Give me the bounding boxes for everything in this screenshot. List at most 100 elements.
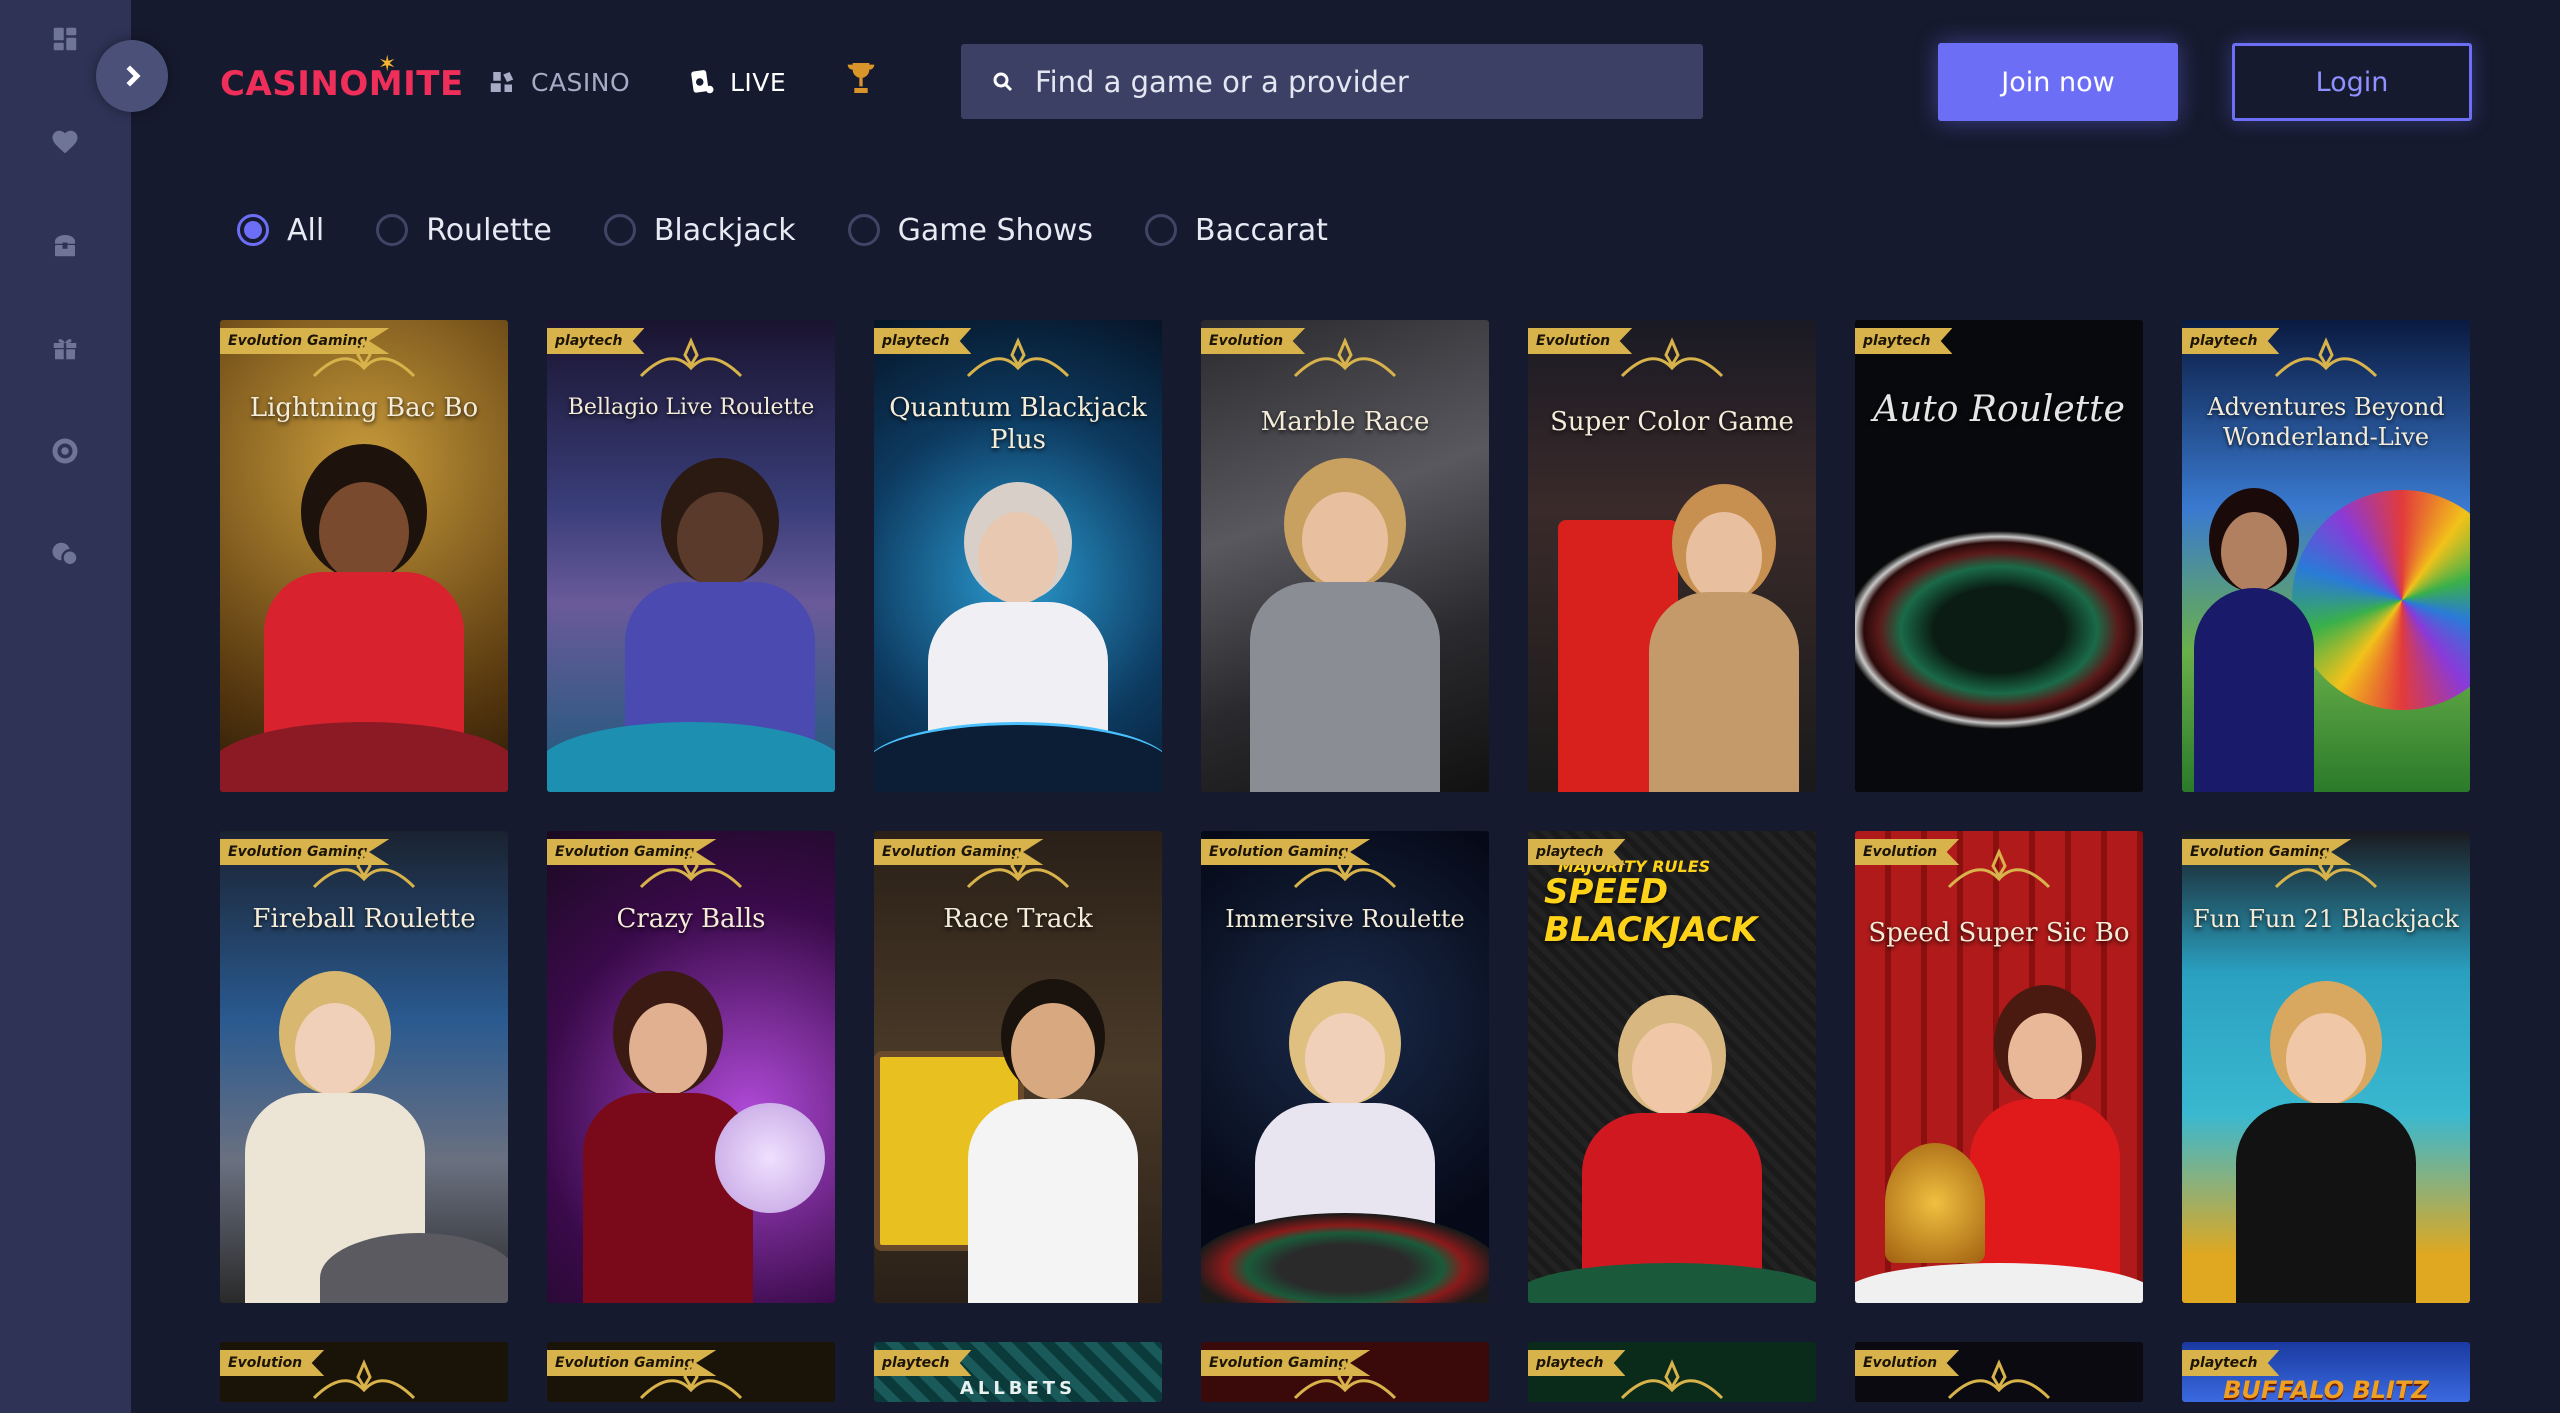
- nav-live[interactable]: LIVE: [686, 62, 786, 102]
- game-tile-row3-6[interactable]: Evolution: [1855, 1342, 2143, 1402]
- provider-badge: playtech: [1528, 839, 1626, 865]
- game-title: Immersive Roulette: [1225, 905, 1465, 933]
- search-input[interactable]: [1035, 64, 1655, 99]
- game-title: Fun Fun 21 Blackjack: [2193, 905, 2459, 933]
- game-tile-fireball-roulette[interactable]: Evolution Gaming Fireball Roulette: [220, 831, 508, 1303]
- nav-live-label: LIVE: [730, 67, 787, 97]
- nav-casino[interactable]: CASINO: [487, 62, 630, 102]
- game-tile-lightning-bac-bo[interactable]: Evolution Gaming Lightning Bac Bo: [220, 320, 508, 792]
- dice-shaker-image: [1885, 1143, 1985, 1263]
- game-tile-row3-5[interactable]: playtech: [1528, 1342, 1816, 1402]
- game-tile-quantum-blackjack-plus[interactable]: playtech Quantum Blackjack Plus: [874, 320, 1162, 792]
- game-tile-race-track[interactable]: Evolution Gaming Race Track: [874, 831, 1162, 1303]
- logo-star-icon: ✶: [378, 52, 397, 77]
- radio-game-shows[interactable]: [847, 214, 880, 246]
- sidebar-toggle-button[interactable]: [96, 40, 168, 112]
- crown-ornament-icon: [966, 337, 1070, 378]
- search-icon: [993, 72, 1013, 91]
- live-cards-icon: [691, 70, 714, 94]
- game-title: Bellagio Live Roulette: [567, 395, 815, 420]
- treasure-chest-icon[interactable]: [48, 228, 82, 262]
- filter-blackjack[interactable]: Blackjack: [603, 212, 796, 248]
- game-tile-row3-1[interactable]: Evolution: [220, 1342, 508, 1402]
- category-filters: All Roulette Blackjack Game Shows Baccar…: [237, 205, 1380, 255]
- brand-logo[interactable]: CASINOMITE ✶: [220, 52, 464, 110]
- filter-all[interactable]: All: [237, 213, 324, 248]
- dealer-image: [1245, 462, 1445, 792]
- filter-game-shows-label: Game Shows: [897, 212, 1094, 248]
- table-image: [547, 722, 835, 792]
- filter-roulette[interactable]: Roulette: [376, 213, 552, 248]
- table-image: [220, 722, 508, 792]
- filter-game-shows[interactable]: Game Shows: [847, 212, 1094, 248]
- dealer-image: [1970, 983, 2121, 1303]
- filter-baccarat-label: Baccarat: [1195, 212, 1328, 248]
- favorites-heart-icon[interactable]: [48, 125, 82, 159]
- chat-bubbles-icon[interactable]: [48, 537, 82, 571]
- game-tile-crazy-balls[interactable]: Evolution Gaming Crazy Balls: [547, 831, 835, 1303]
- radio-blackjack[interactable]: [603, 214, 636, 246]
- game-title: BUFFALO BLITZ: [2223, 1376, 2429, 1402]
- join-now-button[interactable]: Join now: [1938, 43, 2178, 121]
- search-box[interactable]: [961, 44, 1703, 119]
- provider-badge: playtech: [2182, 1350, 2280, 1376]
- game-tile-row3-2[interactable]: Evolution Gaming: [547, 1342, 835, 1402]
- nav-tournaments[interactable]: [841, 58, 881, 98]
- game-tile-speed-blackjack[interactable]: MAJORITY RULES playtech SPEED BLACKJACK: [1528, 831, 1816, 1303]
- chevron-right-icon: [126, 65, 141, 87]
- crown-ornament-icon: [312, 848, 416, 889]
- game-tile-immersive-roulette[interactable]: Evolution Gaming Immersive Roulette: [1201, 831, 1489, 1303]
- game-tile-adventures-beyond-wonderland[interactable]: playtech Adventures Beyond Wonderland-Li…: [2182, 320, 2470, 792]
- crown-ornament-icon: [2274, 337, 2378, 378]
- crown-ornament-icon: [1293, 1359, 1397, 1400]
- provider-badge: playtech: [874, 1350, 972, 1376]
- top-header: CASINOMITE ✶ CASINO LIVE Join now Login: [131, 0, 2560, 165]
- casino-chips-icon: [490, 72, 514, 92]
- game-tile-super-color-game[interactable]: Evolution Super Color Game: [1528, 320, 1816, 792]
- game-title: Quantum Blackjack Plus: [889, 393, 1147, 455]
- support-lifebuoy-icon[interactable]: [48, 434, 82, 468]
- app-root: CASINOMITE ✶ CASINO LIVE Join now Login …: [0, 0, 2560, 1413]
- roulette-wheel-image: [1201, 1213, 1489, 1303]
- game-tile-allbets[interactable]: playtech ALLBETS: [874, 1342, 1162, 1402]
- game-title: ALLBETS: [959, 1378, 1077, 1399]
- game-title: Marble Race: [1260, 407, 1430, 437]
- dealer-image: [1582, 1003, 1762, 1303]
- game-tile-fun-fun-21-blackjack[interactable]: Evolution Gaming Fun Fun 21 Blackjack: [2182, 831, 2470, 1303]
- game-title: Auto Roulette: [1873, 389, 2125, 430]
- crown-ornament-icon: [1620, 337, 1724, 378]
- crown-ornament-icon: [312, 337, 416, 378]
- sidebar: [0, 0, 131, 1413]
- crown-ornament-icon: [1293, 337, 1397, 378]
- game-tile-bellagio-live-roulette[interactable]: playtech Bellagio Live Roulette: [547, 320, 835, 792]
- crown-ornament-icon: [639, 848, 743, 889]
- game-title: Adventures Beyond Wonderland-Live: [2207, 393, 2445, 451]
- login-button[interactable]: Login: [2232, 43, 2472, 121]
- table-image: [874, 722, 1162, 792]
- trophy-icon: [847, 63, 875, 93]
- crown-ornament-icon: [1293, 848, 1397, 889]
- roulette-wheel-image: [1855, 530, 2143, 730]
- radio-roulette[interactable]: [376, 214, 409, 246]
- dashboard-icon[interactable]: [48, 22, 82, 56]
- crown-ornament-icon: [312, 1359, 416, 1400]
- game-tile-row3-4[interactable]: Evolution Gaming: [1201, 1342, 1489, 1402]
- game-tile-marble-race[interactable]: Evolution Marble Race: [1201, 320, 1489, 792]
- filter-baccarat[interactable]: Baccarat: [1145, 213, 1328, 248]
- radio-all[interactable]: [237, 214, 269, 246]
- game-tile-auto-roulette[interactable]: playtech Auto Roulette: [1855, 320, 2143, 792]
- game-grid: Evolution Gaming Lightning Bac Bo playte…: [220, 320, 2472, 1402]
- game-title: Speed Super Sic Bo: [1868, 918, 2130, 948]
- dealer-image: [2194, 492, 2314, 792]
- game-tile-speed-super-sic-bo[interactable]: Evolution Speed Super Sic Bo: [1855, 831, 2143, 1303]
- crown-ornament-icon: [966, 848, 1070, 889]
- logo-text: CASINOMITE: [220, 64, 464, 104]
- provider-badge: playtech: [1855, 328, 1953, 354]
- game-tile-buffalo-blitz[interactable]: playtech BUFFALO BLITZ: [2182, 1342, 2470, 1402]
- crown-ornament-icon: [1620, 1359, 1724, 1400]
- gift-icon[interactable]: [48, 331, 82, 365]
- filter-blackjack-label: Blackjack: [653, 212, 796, 248]
- dealer-image: [967, 983, 1138, 1303]
- radio-baccarat[interactable]: [1145, 214, 1178, 246]
- crown-ornament-icon: [1947, 848, 2051, 889]
